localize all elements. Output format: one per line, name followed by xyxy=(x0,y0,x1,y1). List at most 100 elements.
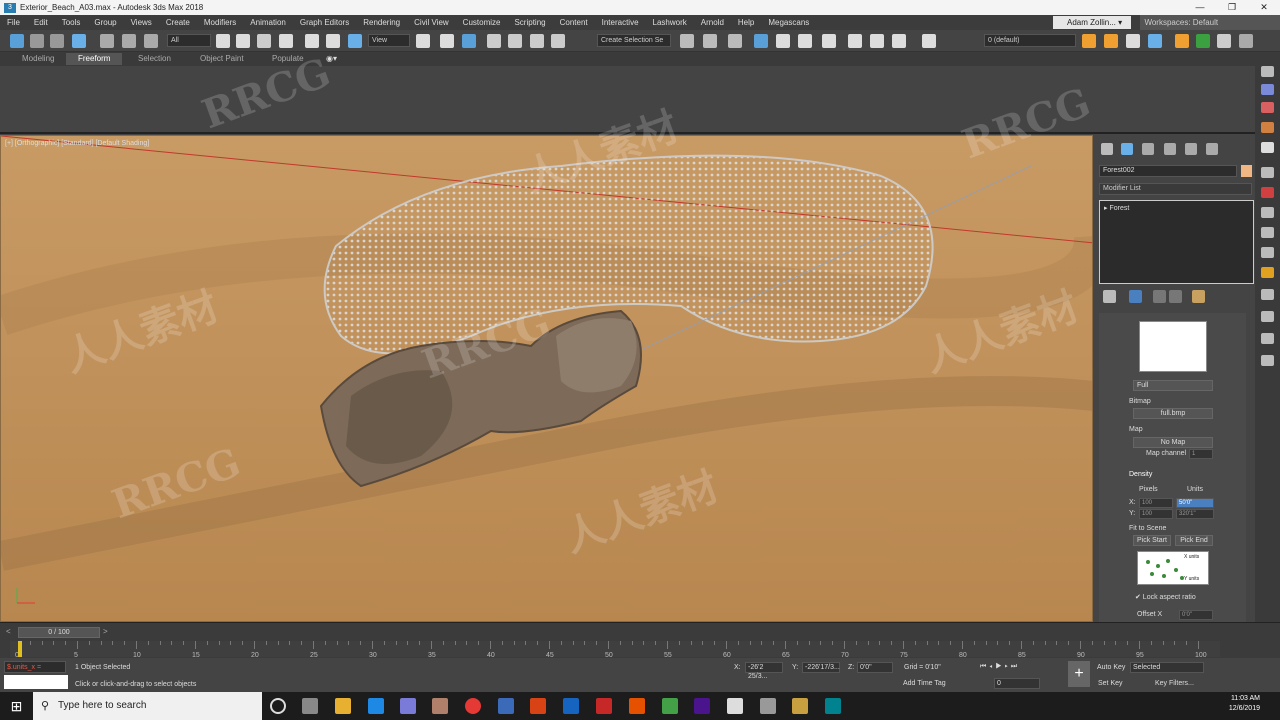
file-explorer-icon[interactable] xyxy=(335,698,351,714)
lion-icon[interactable] xyxy=(1261,267,1274,278)
tab-freeform[interactable]: Freeform xyxy=(66,53,123,65)
create-tab-icon[interactable] xyxy=(1101,143,1113,155)
menu-interactive[interactable]: Interactive xyxy=(595,18,646,27)
menu-customize[interactable]: Customize xyxy=(456,18,508,27)
dock-icon[interactable] xyxy=(1261,66,1274,77)
cloud-icon[interactable] xyxy=(1261,227,1274,238)
window-crossing-icon[interactable] xyxy=(279,34,293,48)
layer-explorer-icon[interactable] xyxy=(72,34,86,48)
maxscript-input[interactable] xyxy=(4,675,68,689)
y-pixels-field[interactable]: 100 xyxy=(1139,509,1173,519)
show-end-result-icon[interactable] xyxy=(1129,290,1142,303)
key-filters-button[interactable]: Key Filters... xyxy=(1155,680,1194,687)
menu-file[interactable]: File xyxy=(0,18,27,27)
user-account-dropdown[interactable]: Adam Zollin... ▾ xyxy=(1053,16,1131,29)
timeline-track[interactable]: 0 5 10 15 20 25 30 35 40 45 50 55 60 65 70 75 80 85 90 95 10… xyxy=(10,641,1220,659)
add-key-icon[interactable]: + xyxy=(1068,661,1090,687)
map-button[interactable]: No Map xyxy=(1133,437,1213,448)
menu-create[interactable]: Create xyxy=(159,18,197,27)
store-icon[interactable] xyxy=(400,698,416,714)
tools-icon[interactable] xyxy=(1217,34,1231,48)
menu-lashwork[interactable]: Lashwork xyxy=(646,18,694,27)
current-frame-field[interactable]: 0 xyxy=(994,678,1040,689)
prev-frame-icon[interactable]: < xyxy=(6,627,11,636)
menu-animation[interactable]: Animation xyxy=(243,18,293,27)
tab-selection[interactable]: Selection xyxy=(138,54,171,63)
ribbon-options-icon[interactable]: ◉▾ xyxy=(326,54,337,63)
percent-snap-icon[interactable] xyxy=(530,34,544,48)
media-icon[interactable] xyxy=(432,698,448,714)
layer-dropdown[interactable]: 0 (default) xyxy=(984,34,1076,47)
railclone-icon[interactable] xyxy=(1196,34,1210,48)
menu-civil-view[interactable]: Civil View xyxy=(407,18,456,27)
current-frame-marker[interactable] xyxy=(18,641,22,657)
add-time-tag[interactable]: Add Time Tag xyxy=(903,680,946,687)
map-channel-field[interactable]: 1 xyxy=(1189,449,1213,459)
forest-pack-icon[interactable] xyxy=(1175,34,1189,48)
edge-icon[interactable] xyxy=(368,698,384,714)
grid-icon[interactable] xyxy=(1239,34,1253,48)
viewport-label[interactable]: [+] [Orthographic] [Standard] [Default S… xyxy=(5,140,149,147)
tab-populate[interactable]: Populate xyxy=(272,54,304,63)
undo-icon[interactable] xyxy=(30,34,44,48)
align-icon[interactable] xyxy=(703,34,717,48)
maxscript-listener[interactable]: $.units_x = xyxy=(4,661,66,673)
app-icon-4[interactable] xyxy=(792,698,808,714)
motion-tab-icon[interactable] xyxy=(1164,143,1176,155)
sphere-icon[interactable] xyxy=(1261,167,1274,178)
select-link-icon[interactable] xyxy=(10,34,24,48)
chrome-icon[interactable] xyxy=(465,698,481,714)
tab-modeling[interactable]: Modeling xyxy=(22,54,54,63)
pin-stack-icon[interactable] xyxy=(1103,290,1116,303)
toggle-ribbon-icon[interactable] xyxy=(754,34,768,48)
link-icon[interactable] xyxy=(100,34,114,48)
3ds-max-icon[interactable] xyxy=(825,698,841,714)
playback-controls[interactable]: ⏮◂▶▸⏭ xyxy=(980,663,1020,671)
z-coord-field[interactable]: 0'0" xyxy=(857,662,893,673)
layer-manager-icon[interactable] xyxy=(922,34,936,48)
tab-object-paint[interactable]: Object Paint xyxy=(200,54,244,63)
bind-space-warp-icon[interactable] xyxy=(144,34,158,48)
x-units-field[interactable]: 50'0" xyxy=(1176,498,1214,508)
key-selection-dropdown[interactable]: Selected xyxy=(1130,662,1204,673)
rendered-frame-window-icon[interactable] xyxy=(870,34,884,48)
reference-coordinate-dropdown[interactable]: View xyxy=(368,34,410,47)
taskbar-search[interactable]: ⚲ Type here to search xyxy=(33,692,262,720)
windows-start-icon[interactable]: ⊞ xyxy=(0,692,33,720)
modify-tab-icon[interactable] xyxy=(1121,143,1133,155)
layers-icon[interactable] xyxy=(1148,34,1162,48)
modifier-list-dropdown[interactable]: Modifier List xyxy=(1099,183,1252,195)
scale-icon[interactable] xyxy=(348,34,362,48)
close-button[interactable]: ✕ xyxy=(1248,0,1280,15)
menu-modifiers[interactable]: Modifiers xyxy=(197,18,243,27)
task-view-icon[interactable] xyxy=(302,698,318,714)
next-frame-icon[interactable]: > xyxy=(103,627,108,636)
bucket-icon[interactable] xyxy=(1261,289,1274,300)
make-unique-icon[interactable] xyxy=(1153,290,1166,303)
remove-modifier-icon[interactable] xyxy=(1169,290,1182,303)
time-slider[interactable]: 0 / 100 xyxy=(18,627,100,638)
mode-dropdown[interactable]: Full xyxy=(1133,380,1213,391)
named-selection-sets-dropdown[interactable]: Create Selection Se xyxy=(597,34,671,47)
camtasia-icon[interactable] xyxy=(662,698,678,714)
word-icon[interactable] xyxy=(563,698,579,714)
helper-icon[interactable] xyxy=(1261,187,1274,198)
menu-help[interactable]: Help xyxy=(731,18,761,27)
menu-scripting[interactable]: Scripting xyxy=(507,18,552,27)
pivot-center-icon[interactable] xyxy=(416,34,430,48)
photos-icon[interactable] xyxy=(760,698,776,714)
display-tab-icon[interactable] xyxy=(1185,143,1197,155)
menu-rendering[interactable]: Rendering xyxy=(356,18,407,27)
select-in-layer-icon[interactable] xyxy=(1126,34,1140,48)
powerpoint-icon[interactable] xyxy=(530,698,546,714)
select-by-name-icon[interactable] xyxy=(236,34,250,48)
select-manipulate-icon[interactable] xyxy=(440,34,454,48)
menu-arnold[interactable]: Arnold xyxy=(694,18,731,27)
schematic-view-icon[interactable] xyxy=(798,34,812,48)
viewcube-icon[interactable] xyxy=(1261,84,1274,95)
shield-icon[interactable] xyxy=(1261,247,1274,258)
toggle-scene-explorer-icon[interactable] xyxy=(728,34,742,48)
pipe-icon[interactable] xyxy=(1261,333,1274,344)
mirror-icon[interactable] xyxy=(680,34,694,48)
set-key-button[interactable]: Set Key xyxy=(1098,680,1123,687)
